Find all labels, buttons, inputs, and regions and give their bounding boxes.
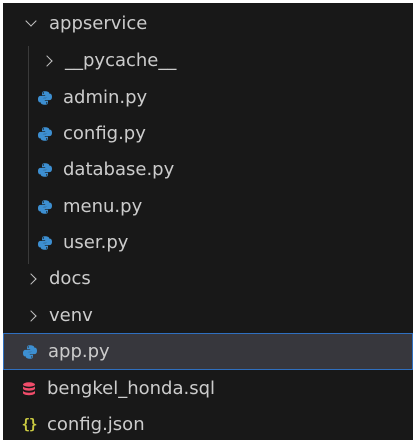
tree-file-config-py[interactable]: config.py	[3, 115, 413, 152]
file-label: user.py	[63, 231, 129, 253]
file-label: bengkel_honda.sql	[47, 377, 216, 399]
tree-file-user-py[interactable]: user.py	[3, 224, 413, 261]
python-icon	[37, 162, 53, 178]
python-icon	[37, 199, 53, 215]
tree-folder-venv[interactable]: venv	[3, 297, 413, 334]
tree-file-menu-py[interactable]: menu.py	[3, 188, 413, 225]
file-label: config.json	[47, 413, 145, 435]
file-explorer: appservice __pycache__ admin.py config.p…	[3, 3, 413, 440]
tree-folder-docs[interactable]: docs	[3, 260, 413, 297]
tree-file-app-py[interactable]: app.py	[3, 333, 413, 370]
chevron-right-icon[interactable]	[25, 272, 37, 285]
folder-label: docs	[49, 267, 91, 289]
file-label: menu.py	[63, 195, 143, 217]
chevron-right-icon[interactable]	[41, 54, 53, 67]
tree-file-admin-py[interactable]: admin.py	[3, 79, 413, 116]
folder-label: appservice	[49, 12, 148, 34]
database-icon	[21, 381, 37, 397]
file-label: app.py	[48, 340, 110, 362]
json-icon: {}	[21, 416, 38, 433]
folder-label: venv	[49, 304, 93, 326]
file-label: admin.py	[63, 86, 148, 108]
python-icon	[37, 126, 53, 142]
tree-file-database-py[interactable]: database.py	[3, 151, 413, 188]
python-icon	[22, 344, 38, 360]
tree-folder-appservice[interactable]: appservice	[3, 5, 413, 42]
tree-file-config-json[interactable]: {} config.json	[3, 406, 413, 440]
tree-file-bengkel-honda-sql[interactable]: bengkel_honda.sql	[3, 370, 413, 407]
python-icon	[37, 90, 53, 106]
tree-folder-pycache[interactable]: __pycache__	[3, 42, 413, 79]
chevron-right-icon[interactable]	[25, 309, 37, 322]
folder-label: __pycache__	[65, 49, 177, 71]
chevron-down-icon[interactable]	[25, 15, 37, 27]
file-label: database.py	[63, 158, 175, 180]
file-label: config.py	[63, 122, 146, 144]
python-icon	[37, 235, 53, 251]
